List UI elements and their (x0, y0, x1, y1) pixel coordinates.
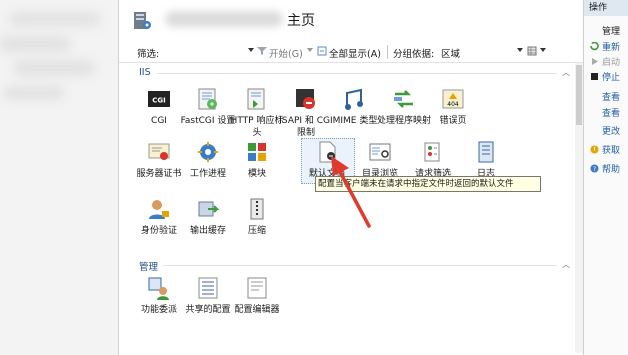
filter-toolbar: 筛选: 开始(G) 全部显示(A) 分组依据: 区域 (119, 42, 583, 63)
feature-compression[interactable]: 压缩 (229, 197, 285, 237)
authentication-icon (149, 200, 169, 219)
blank-icon (590, 108, 599, 117)
connections-pane (0, 0, 118, 355)
actions-pane: 操作 管理 重新 启动 停止 查看 查看 更改 获取 ? 帮助 (584, 0, 628, 355)
filter-dropdown-arrow-icon[interactable] (248, 48, 254, 52)
group-by-label: 分组依据: (393, 49, 435, 60)
svg-text:CGI: CGI (152, 97, 166, 105)
modules-icon (248, 143, 266, 161)
compression-icon (250, 198, 264, 220)
svg-text:?: ? (593, 166, 596, 173)
restart-icon (590, 42, 599, 51)
collapse-iis-icon[interactable]: ︿ (562, 67, 570, 78)
cgi-icon: CGI (148, 91, 170, 107)
action-stop[interactable]: 停止 (584, 70, 628, 83)
action-view-1[interactable]: 查看 (584, 90, 628, 103)
blurred-tree-item (4, 86, 64, 100)
feature-isapi-cgi-restrictions[interactable]: ISAPI 和 CGI 限制 (278, 87, 334, 139)
toolbar-divider (387, 45, 388, 59)
help-icon: ? (590, 164, 599, 173)
blurred-tree-item (14, 60, 94, 76)
info-icon (590, 145, 599, 154)
feature-cgi[interactable]: CGI CGI (131, 87, 187, 127)
action-help[interactable]: ? 帮助 (584, 162, 628, 175)
scrollbar-thumb[interactable] (576, 65, 582, 125)
logging-icon (478, 141, 494, 163)
vertical-scrollbar[interactable] (575, 63, 583, 353)
feature-fastcgi[interactable]: FastCGI 设置 (180, 87, 236, 127)
features-view: 主页 筛选: 开始(G) 全部显示(A) 分组依据: 区域 IIS ︿ CGI … (118, 0, 584, 355)
worker-process-icon (198, 142, 218, 162)
feature-configuration-editor[interactable]: 配置编辑器 (229, 276, 285, 316)
blank-icon (590, 126, 599, 135)
blurred-tree-item (0, 36, 70, 52)
feature-output-caching[interactable]: 输出缓存 (180, 197, 236, 237)
section-divider (157, 73, 557, 74)
section-heading-iis: IIS (139, 67, 151, 78)
annotation-arrow-icon (331, 156, 371, 228)
action-restart[interactable]: 重新 (584, 40, 628, 53)
stop-icon (591, 73, 598, 80)
funnel-icon (257, 47, 267, 55)
start-dropdown-arrow-icon[interactable] (307, 48, 313, 52)
show-all-icon (317, 46, 327, 56)
section-heading-management: 管理 (139, 262, 159, 273)
features-list: IIS ︿ CGI CGI FastCGI 设置 HTTP 响应标头 ISAPI… (119, 63, 583, 355)
action-view-2[interactable]: 查看 (584, 106, 628, 119)
collapse-management-icon[interactable]: ︿ (562, 259, 570, 270)
show-all-button[interactable]: 全部显示(A) (329, 46, 381, 60)
group-by-arrow-icon[interactable] (517, 48, 523, 52)
blurred-tree-item (10, 12, 100, 26)
server-icon (134, 12, 151, 29)
play-icon (592, 58, 598, 65)
section-divider (163, 265, 557, 266)
feature-server-certificates[interactable]: 服务器证书 (131, 140, 187, 180)
svg-text:404: 404 (447, 101, 459, 108)
feature-worker-processes[interactable]: 工作进程 (180, 140, 236, 180)
certificate-icon (148, 143, 170, 160)
error-page-icon: 404 (442, 89, 464, 109)
feature-authentication[interactable]: 身份验证 (131, 197, 187, 237)
handler-icon (394, 90, 413, 108)
feature-modules[interactable]: 模块 (229, 140, 285, 180)
feature-logging[interactable]: 日志 (458, 140, 514, 180)
action-change[interactable]: 更改 (584, 124, 628, 137)
view-mode-arrow-icon[interactable] (540, 48, 546, 52)
request-filtering-icon (424, 142, 440, 162)
action-get[interactable]: 获取 (584, 143, 628, 156)
action-manage-server: 管理 (584, 24, 628, 37)
feature-error-pages[interactable]: 404 错误页 (425, 87, 481, 127)
config-editor-icon (247, 277, 267, 299)
view-mode-icon[interactable] (527, 46, 537, 56)
feature-shared-configuration[interactable]: 共享的配置 (180, 276, 236, 316)
start-filter-button[interactable]: 开始(G) (269, 46, 303, 60)
actions-pane-title: 操作 (584, 0, 628, 16)
feature-delegation-icon (148, 277, 169, 300)
feature-mime-types[interactable]: MIME 类型 (327, 87, 383, 127)
output-cache-icon (198, 201, 220, 217)
fastcgi-icon (198, 88, 217, 110)
blank-icon (590, 26, 599, 35)
mime-icon (345, 88, 363, 110)
http-headers-icon (247, 88, 265, 110)
group-by-select[interactable]: 区域 (441, 46, 460, 60)
action-start: 启动 (584, 55, 628, 68)
feature-handler-mappings[interactable]: 处理程序映射 (376, 87, 432, 127)
page-title: 主页 (287, 13, 315, 29)
blank-icon (590, 92, 599, 101)
isapi-icon (296, 89, 315, 109)
page-header: 主页 (119, 0, 583, 40)
filter-label: 筛选: (137, 49, 160, 60)
feature-http-response-headers[interactable]: HTTP 响应标头 (229, 87, 285, 139)
feature-request-filtering[interactable]: 请求筛选 (405, 140, 461, 180)
shared-config-icon (198, 277, 218, 299)
feature-feature-delegation[interactable]: 功能委派 (131, 276, 187, 316)
server-name-redacted (165, 11, 283, 27)
